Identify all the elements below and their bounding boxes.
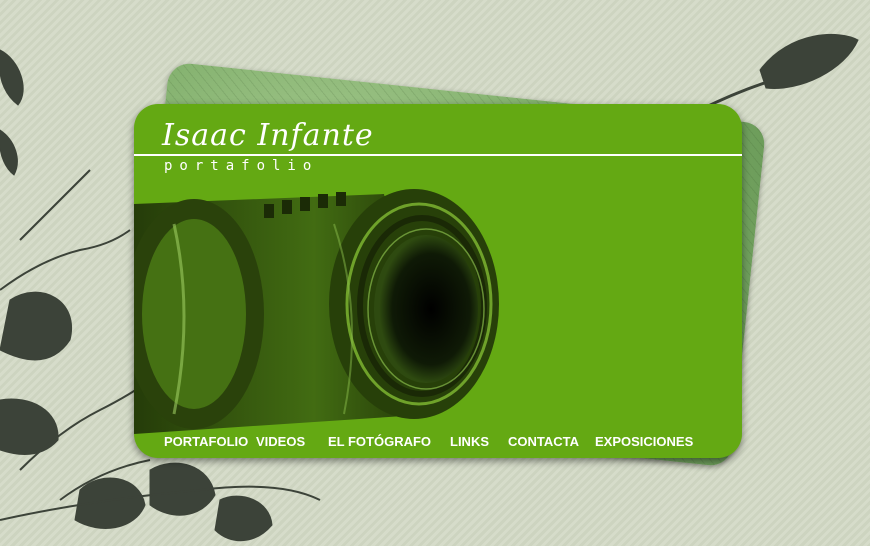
site-brand[interactable]: Isaac Infante	[162, 118, 374, 153]
leaf-silhouette-icon	[0, 398, 59, 455]
film-reel-graphic-icon	[134, 189, 499, 434]
leaf-silhouette-icon	[0, 49, 24, 106]
nav-link-portafolio[interactable]: PORTAFOLIO	[164, 434, 248, 449]
nav-link-exposiciones[interactable]: EXPOSICIONES	[595, 434, 693, 449]
nav-link-contacta[interactable]: CONTACTA	[508, 434, 579, 449]
leaf-silhouette-icon	[759, 34, 859, 89]
leaf-silhouette-icon	[214, 495, 273, 542]
leaf-silhouette-icon	[0, 291, 72, 361]
front-card: Isaac Infante portafolio PORTAFOLIO VIDE…	[134, 104, 742, 458]
main-nav: PORTAFOLIO VIDEOS EL FOTÓGRAFO LINKS CON…	[134, 434, 742, 454]
leaf-silhouette-icon	[0, 129, 18, 176]
nav-link-el-fotografo[interactable]: EL FOTÓGRAFO	[328, 434, 431, 449]
header-divider	[134, 154, 742, 156]
nav-link-links[interactable]: LINKS	[450, 434, 489, 449]
nav-link-videos[interactable]: VIDEOS	[256, 434, 305, 449]
